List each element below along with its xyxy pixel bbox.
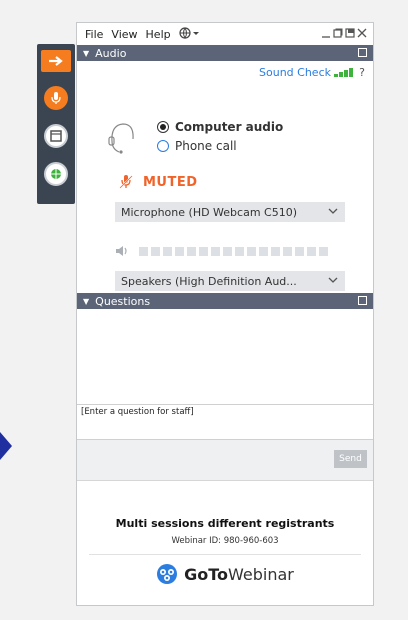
computer-audio-label: Computer audio [175, 120, 284, 134]
computer-audio-radio[interactable] [157, 121, 169, 133]
globe-dropdown-icon [179, 26, 199, 39]
side-toolbar [37, 44, 75, 204]
mic-toggle-button[interactable] [44, 86, 68, 110]
chevron-down-icon [327, 274, 339, 289]
headset-icon [108, 123, 134, 154]
computer-audio-option[interactable]: Computer audio [157, 120, 283, 134]
questions-log [77, 309, 373, 404]
collapse-triangle-icon: ▼ [83, 48, 90, 58]
footer-divider [89, 554, 361, 555]
phone-call-option[interactable]: Phone call [157, 139, 237, 153]
pointer-arrow [0, 432, 12, 460]
brand-webinar: Webinar [228, 564, 294, 584]
microphone-select[interactable]: Microphone (HD Webcam C510) [115, 202, 345, 222]
microphone-icon [51, 92, 61, 104]
popout-section-icon[interactable] [358, 48, 367, 57]
screen-button[interactable] [44, 124, 68, 148]
muted-status: MUTED [119, 174, 198, 190]
audio-section-header[interactable]: ▼ Audio [77, 45, 373, 61]
menu-bar: File View Help [77, 23, 373, 45]
restore-icon[interactable] [333, 28, 343, 41]
muted-label: MUTED [143, 174, 198, 190]
sound-check-link[interactable]: Sound Check [259, 66, 331, 79]
send-area: Send [77, 440, 373, 481]
popout-icon[interactable] [345, 27, 355, 41]
menu-file[interactable]: File [85, 28, 103, 41]
language-menu[interactable] [179, 26, 201, 42]
speakers-value: Speakers (High Definition Aud... [121, 274, 297, 288]
menu-view[interactable]: View [111, 28, 137, 41]
speaker-level-row [115, 245, 328, 257]
arrow-right-icon [49, 56, 63, 66]
control-panel: File View Help ▼ Audio Sound Check ? Com… [76, 22, 374, 606]
speaker-icon [116, 246, 127, 256]
chevron-down-icon [327, 205, 339, 220]
send-button[interactable]: Send [334, 450, 367, 468]
audio-help-button[interactable]: ? [359, 66, 365, 79]
gotowebinar-logo-icon [157, 564, 178, 584]
brand-goto: GoTo [184, 564, 229, 584]
webinar-button[interactable] [44, 162, 68, 186]
question-input-placeholder: [Enter a question for staff] [81, 407, 194, 417]
collapse-arrow-button[interactable] [41, 50, 71, 72]
question-input[interactable]: [Enter a question for staff] [77, 404, 373, 440]
questions-header-label: Questions [95, 294, 151, 308]
questions-section-header[interactable]: ▼ Questions [77, 293, 373, 309]
microphone-value: Microphone (HD Webcam C510) [121, 205, 298, 219]
popout-section-icon[interactable] [358, 296, 367, 305]
speaker-volume-meter [139, 246, 328, 256]
minimize-icon[interactable] [321, 28, 331, 41]
signal-strength-icon [334, 68, 353, 77]
session-footer: Multi sessions different registrants Web… [77, 511, 373, 585]
muted-microphone-icon [119, 175, 133, 189]
audio-header-label: Audio [95, 46, 127, 60]
audio-panel: Sound Check ? Computer audio Phone call [77, 61, 373, 293]
globe-icon [51, 169, 61, 179]
menu-help[interactable]: Help [146, 28, 171, 41]
close-icon[interactable] [357, 28, 367, 41]
webinar-id: Webinar ID: 980-960-603 [171, 536, 279, 546]
phone-call-label: Phone call [175, 139, 237, 153]
screen-icon [50, 130, 62, 142]
collapse-triangle-icon: ▼ [83, 296, 90, 306]
speakers-select[interactable]: Speakers (High Definition Aud... [115, 271, 345, 291]
brand-logo: GoTo Webinar [77, 563, 373, 585]
phone-call-radio[interactable] [157, 140, 169, 152]
session-title: Multi sessions different registrants [115, 517, 335, 530]
